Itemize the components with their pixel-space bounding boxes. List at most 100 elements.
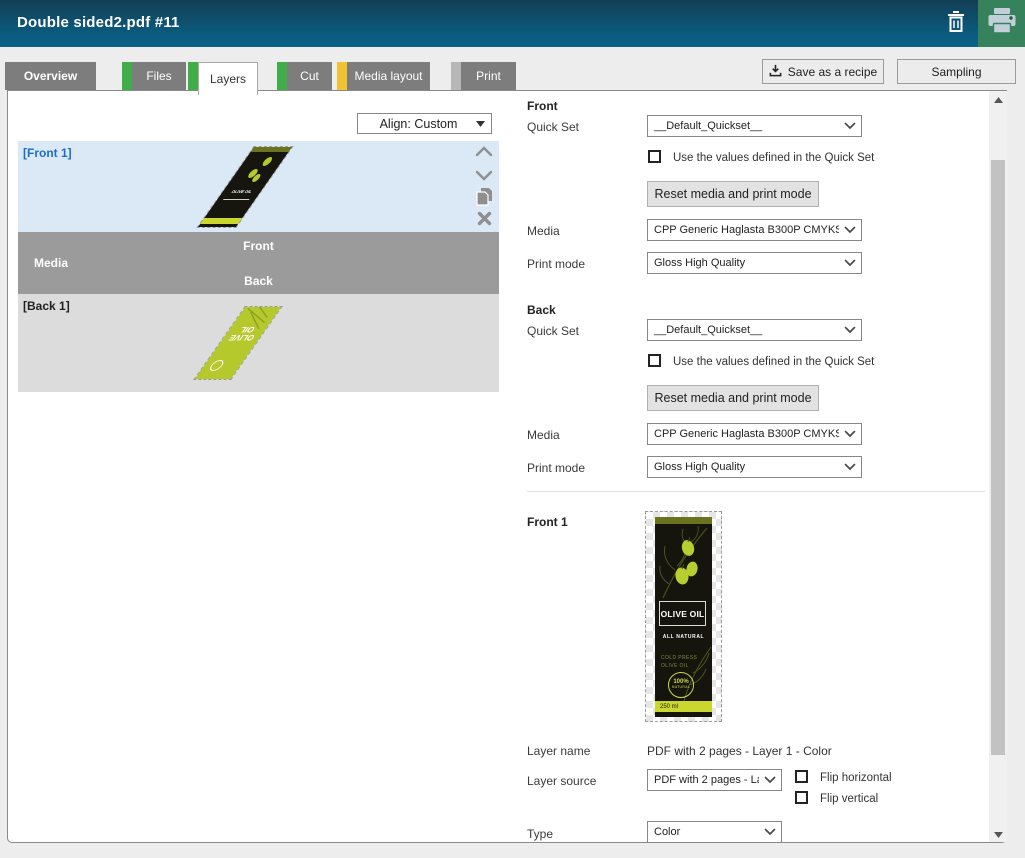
chevron-down-icon: [839, 259, 861, 267]
layer-name-value: PDF with 2 pages - Layer 1 - Color: [647, 744, 832, 758]
print-button[interactable]: [978, 0, 1025, 47]
thumb-bottom-band: [200, 218, 242, 224]
back-media-select[interactable]: CPP Generic Haglasta B300P CMYKSS-AU-3: [647, 423, 862, 445]
back-quickset-select[interactable]: __Default_Quickset__: [647, 319, 862, 341]
move-layer-up-button[interactable]: [473, 143, 495, 163]
flip-vertical-checkbox[interactable]: [795, 791, 808, 804]
back-media-value: CPP Generic Haglasta B300P CMYKSS-AU-3: [648, 428, 839, 440]
move-layer-down-button[interactable]: [473, 167, 495, 187]
tab-layers-label: Layers: [210, 72, 246, 86]
tab-overview[interactable]: Overview: [5, 62, 96, 90]
back-use-quickset-checkbox[interactable]: [648, 354, 661, 367]
vertical-scrollbar[interactable]: [989, 91, 1007, 842]
media-bar-front-label: Front: [18, 239, 499, 253]
duplicate-layer-button[interactable]: [473, 189, 495, 209]
align-dropdown[interactable]: Align: Custom: [357, 113, 492, 134]
front-use-quickset-checkbox[interactable]: [648, 150, 661, 163]
sampling-button[interactable]: Sampling: [897, 59, 1016, 84]
front-layer-thumbnail: OLIVE OIL: [198, 147, 292, 227]
front-quickset-value: __Default_Quickset__: [648, 120, 839, 132]
chevron-down-icon: [839, 430, 861, 438]
download-icon: [769, 64, 782, 80]
triangle-up-icon: [994, 90, 1003, 108]
copy-icon: [476, 187, 493, 211]
layer-row-front-label: [Front 1]: [23, 146, 72, 160]
thumb-subtitle-mark: [223, 199, 250, 200]
align-dropdown-value: Align: Custom: [358, 117, 469, 131]
layer-row-back[interactable]: [Back 1] OLIVE OIL: [18, 294, 499, 392]
thumb-badge-circle: [207, 360, 226, 371]
label-subtitle: ALL NATURAL: [655, 634, 712, 640]
scroll-down-button[interactable]: [989, 826, 1007, 842]
back-media-label: Media: [527, 428, 560, 442]
front-media-select[interactable]: CPP Generic Haglasta B300P CMYKSS-AU-3: [647, 219, 862, 241]
dropdown-arrow-icon: [469, 121, 491, 127]
volume-text: 250 ml: [655, 704, 678, 710]
front-media-value: CPP Generic Haglasta B300P CMYKSS-AU-3: [648, 224, 839, 236]
layer-row-back-label: [Back 1]: [23, 299, 70, 313]
layer-source-select[interactable]: PDF with 2 pages - Layer 1 - Color: [647, 769, 782, 791]
back-layer-thumbnail: OLIVE OIL: [195, 307, 281, 379]
tab-media-layout[interactable]: Media layout: [347, 62, 430, 90]
olive-shape: [261, 157, 274, 166]
scrollbar-thumb[interactable]: [991, 160, 1005, 755]
thumb-brand-text: OLIVE OIL: [221, 189, 263, 194]
front1-layer-preview: OLIVE OIL ALL NATURAL COLD PRESS OLIVE O…: [645, 511, 722, 722]
media-bar-back-label: Back: [18, 274, 499, 288]
tab-cut-status-stripe: [277, 62, 287, 90]
tab-layers[interactable]: Layers: [198, 62, 258, 95]
media-bar-media-label: Media: [34, 256, 68, 270]
tab-media-layout-label: Media layout: [354, 69, 422, 83]
back-print-mode-value: Gloss High Quality: [648, 461, 839, 473]
back-use-quickset-label: Use the values defined in the Quick Set: [673, 356, 874, 368]
badge-bottom-text: NATURAL: [669, 685, 693, 689]
layer-source-value: PDF with 2 pages - Layer 1 - Color: [648, 774, 759, 786]
back-print-mode-select[interactable]: Gloss High Quality: [647, 456, 862, 478]
flip-horizontal-label: Flip horizontal: [820, 772, 892, 784]
flip-horizontal-checkbox[interactable]: [795, 770, 808, 783]
label-top-band: [655, 517, 712, 524]
front-quickset-select[interactable]: __Default_Quickset__: [647, 115, 862, 137]
label-line1: COLD PRESS: [661, 655, 697, 661]
layer-source-label: Layer source: [527, 774, 596, 788]
chevron-down-icon: [839, 463, 861, 471]
front-reset-media-button[interactable]: Reset media and print mode: [647, 181, 819, 207]
natural-badge: 100% NATURAL: [668, 672, 694, 698]
triangle-down-icon: [994, 825, 1003, 843]
chevron-down-icon: [475, 168, 493, 186]
type-value: Color: [648, 826, 759, 838]
trash-icon: [946, 10, 966, 39]
tab-print[interactable]: Print: [461, 62, 516, 90]
tab-print-label: Print: [476, 69, 501, 83]
layer-row-front[interactable]: [Front 1] OLIVE OIL: [18, 141, 499, 232]
front-quickset-label: Quick Set: [527, 120, 579, 134]
delete-layer-button[interactable]: [473, 211, 495, 231]
save-as-recipe-button[interactable]: Save as a recipe: [762, 59, 884, 84]
section-divider: [527, 491, 985, 492]
chevron-down-icon: [759, 776, 781, 784]
type-select[interactable]: Color: [647, 821, 782, 843]
tab-cut-label: Cut: [300, 69, 319, 83]
back-quickset-label: Quick Set: [527, 324, 579, 338]
front-print-mode-select[interactable]: Gloss High Quality: [647, 252, 862, 274]
job-editor-window: Double sided2.pdf #11 Save as a recipe S…: [0, 0, 1025, 858]
printer-icon: [987, 7, 1017, 40]
front-section-title: Front: [527, 99, 558, 113]
thumb-top-band: [251, 147, 293, 152]
scroll-up-button[interactable]: [989, 91, 1007, 107]
title-bar: Double sided2.pdf #11: [0, 0, 1025, 47]
back-reset-media-button[interactable]: Reset media and print mode: [647, 385, 819, 411]
olive-oil-label-artwork: OLIVE OIL ALL NATURAL COLD PRESS OLIVE O…: [655, 517, 712, 717]
back-print-mode-label: Print mode: [527, 461, 585, 475]
delete-job-button[interactable]: [938, 9, 974, 39]
tab-cut[interactable]: Cut: [287, 62, 332, 90]
thumb-brand-text-mirrored: OLIVE OIL: [221, 325, 268, 341]
label-line2: OLIVE OIL: [661, 663, 689, 669]
tab-print-status-stripe: [451, 62, 461, 90]
save-as-recipe-label: Save as a recipe: [788, 65, 877, 79]
chevron-down-icon: [839, 326, 861, 334]
sampling-label: Sampling: [931, 65, 981, 79]
front-print-mode-label: Print mode: [527, 257, 585, 271]
tab-media-layout-status-stripe: [337, 62, 347, 90]
tab-files[interactable]: Files: [132, 62, 186, 90]
